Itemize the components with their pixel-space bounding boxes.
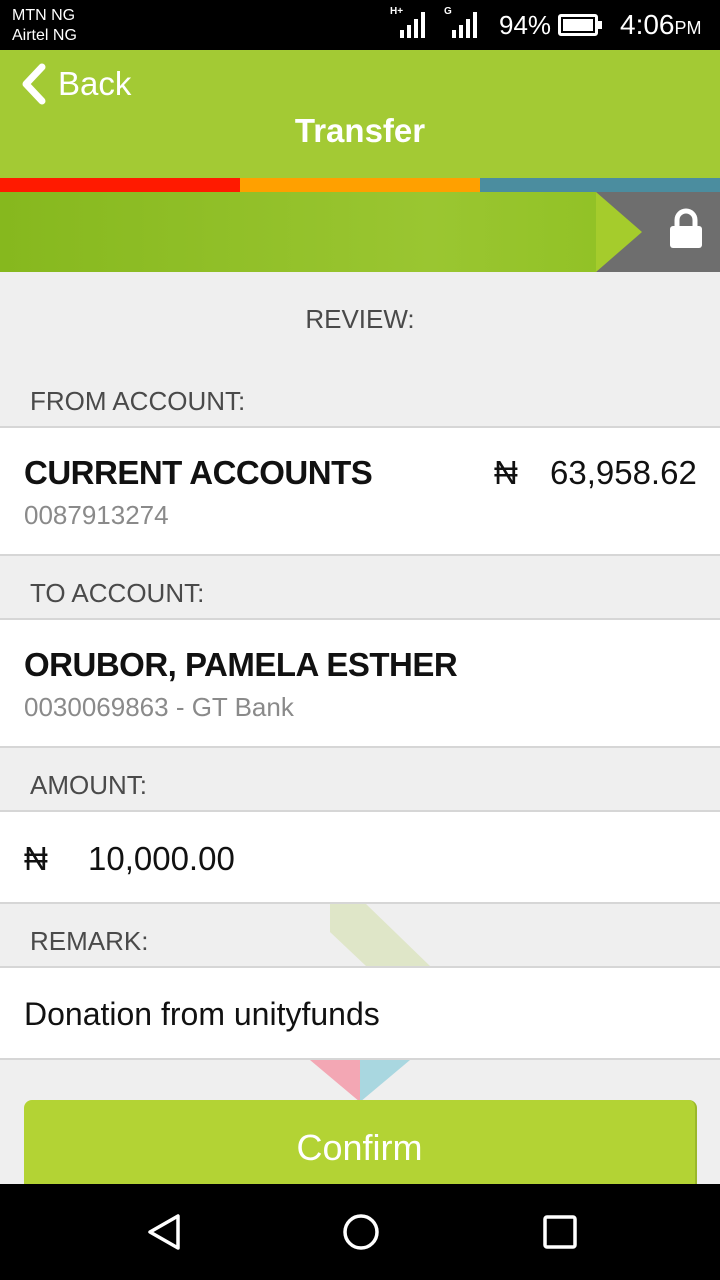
clock: 4:06PM (620, 9, 702, 41)
stripe-orange (240, 178, 480, 192)
status-bar: MTN NG Airtel NG H+ G 94% 4:06PM (0, 0, 720, 50)
to-account-name: ORUBOR, PAMELA ESTHER (24, 646, 458, 683)
decorative-triangles (310, 1060, 410, 1102)
signal-2-icon: G (444, 6, 480, 38)
remark-panel: Donation from unityfunds (0, 966, 720, 1060)
amount-label: AMOUNT: (30, 770, 147, 800)
battery-icon (558, 14, 602, 36)
chevron-left-icon (22, 63, 46, 105)
clock-time: 4:06 (620, 9, 675, 40)
battery-percent: 94% (499, 10, 552, 40)
naira-icon: ₦ (24, 840, 48, 877)
amount-panel: ₦ 10,000.00 (0, 810, 720, 904)
to-account-panel: ORUBOR, PAMELA ESTHER 0030069863 - GT Ba… (0, 618, 720, 748)
carrier-names: MTN NG Airtel NG (12, 6, 77, 46)
clock-ampm: PM (674, 18, 702, 38)
amount-value: 10,000.00 (88, 840, 235, 877)
remark-value: Donation from unityfunds (24, 996, 380, 1032)
from-account-name: CURRENT ACCOUNTS (24, 454, 373, 491)
back-label: Back (58, 65, 132, 102)
review-heading: REVIEW: (305, 304, 415, 334)
remark-label: REMARK: (30, 926, 149, 956)
confirm-button[interactable]: Confirm (24, 1100, 697, 1196)
from-account-balance: 63,958.62 (550, 454, 697, 491)
from-account-panel: CURRENT ACCOUNTS 0087913274 ₦ 63,958.62 (0, 426, 720, 556)
signal-1-icon: H+ (390, 6, 426, 38)
decorative-shape (330, 904, 430, 966)
system-nav-bar (0, 1184, 720, 1280)
stripe-teal (480, 178, 720, 192)
page-title: Transfer (294, 112, 426, 149)
square-recents-icon[interactable] (542, 1212, 578, 1252)
from-account-label: FROM ACCOUNT: (30, 386, 246, 416)
triangle-back-icon[interactable] (144, 1212, 184, 1252)
naira-icon: ₦ (494, 454, 518, 491)
from-account-number: 0087913274 (24, 500, 169, 530)
circle-home-icon[interactable] (342, 1212, 380, 1252)
carrier-1: MTN NG (12, 7, 76, 24)
carrier-2: Airtel NG (12, 27, 77, 44)
stripe-red (0, 178, 240, 192)
to-account-label: TO ACCOUNT: (30, 578, 205, 608)
to-account-details: 0030069863 - GT Bank (24, 692, 294, 722)
lock-icon (670, 208, 702, 248)
back-button[interactable]: Back (20, 60, 131, 108)
banner-arrow (596, 192, 642, 272)
